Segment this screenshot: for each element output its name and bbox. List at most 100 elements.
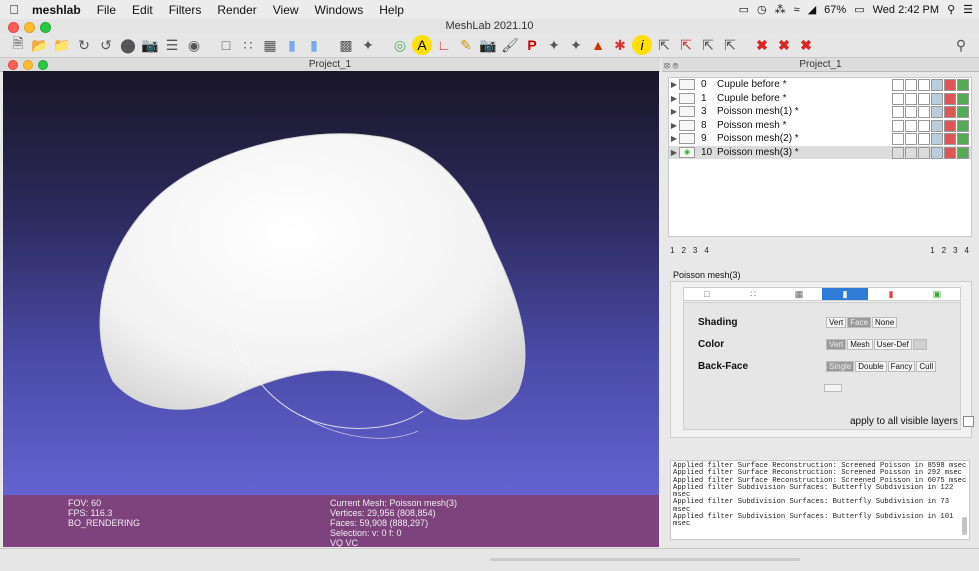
airplay-icon[interactable]: ▭	[739, 3, 749, 16]
extra-toggle-icon[interactable]	[957, 133, 969, 145]
menu-render[interactable]: Render	[209, 3, 264, 17]
shading-vert-button[interactable]: Vert	[826, 317, 847, 328]
fill-toggle-icon[interactable]	[931, 79, 943, 91]
control-center-icon[interactable]: ☰	[963, 3, 973, 16]
minimize-window-button[interactable]	[24, 22, 35, 33]
page-1[interactable]: 1	[670, 246, 674, 255]
extra-toggle-icon[interactable]	[957, 79, 969, 91]
measure-icon[interactable]: ∟	[434, 35, 454, 55]
points-icon[interactable]: ∷	[238, 35, 258, 55]
backface-single-button[interactable]: Single	[826, 361, 855, 372]
3d-viewport[interactable]: FOV: 60 FPS: 116.3 BO_RENDERING Current …	[3, 71, 659, 547]
menu-filters[interactable]: Filters	[161, 3, 210, 17]
bbox-toggle-icon[interactable]	[892, 79, 904, 91]
battery-icon[interactable]: ▭	[854, 3, 864, 16]
time-machine-icon[interactable]: ◷	[757, 3, 767, 16]
select-vertices-icon[interactable]: ✦	[566, 35, 586, 55]
reload-icon[interactable]: ↻	[74, 35, 94, 55]
georef-icon[interactable]: ✱	[610, 35, 630, 55]
menu-file[interactable]: File	[89, 3, 124, 17]
tab-extra[interactable]: ▣	[914, 288, 960, 300]
texture-toggle-icon[interactable]	[944, 79, 956, 91]
import-mesh-icon[interactable]: 📁	[52, 35, 72, 55]
texture-toggle-icon[interactable]	[944, 119, 956, 132]
page-4[interactable]: 4	[704, 246, 708, 255]
trackball-icon[interactable]: ◎	[390, 35, 410, 55]
select-all-icon[interactable]: ⇱	[720, 35, 740, 55]
layer-row[interactable]: ▶ 3 Poisson mesh(1) *	[669, 105, 971, 119]
color-userdef-button[interactable]: User-Def	[873, 339, 912, 350]
points-toggle-icon[interactable]	[905, 79, 917, 91]
select-connected-icon[interactable]: ⇱	[654, 35, 674, 55]
pick-points-icon[interactable]: P	[522, 35, 542, 55]
mesh-icon[interactable]: ▩	[336, 35, 356, 55]
wireframe-icon[interactable]: ▦	[260, 35, 280, 55]
visibility-eye-icon[interactable]	[679, 92, 695, 104]
menu-help[interactable]: Help	[371, 3, 412, 17]
wire-toggle-icon[interactable]	[918, 146, 930, 159]
expand-arrow-icon[interactable]: ▶	[669, 94, 679, 103]
volume-icon[interactable]: ◢	[808, 3, 816, 16]
close-dock-icon[interactable]: ⦻	[664, 60, 670, 70]
extra-toggle-icon[interactable]	[957, 146, 969, 159]
menu-app[interactable]: meshlab	[28, 3, 89, 17]
clock[interactable]: Wed 2:42 PM	[873, 4, 939, 16]
reload-all-icon[interactable]: ↺	[96, 35, 116, 55]
new-project-icon[interactable]: 🗎	[8, 35, 28, 55]
extra-toggle-icon[interactable]	[957, 119, 969, 132]
zoom-project-button[interactable]	[38, 60, 48, 70]
bbox-toggle-icon[interactable]	[892, 92, 904, 105]
points-toggle-icon[interactable]	[905, 133, 917, 145]
points-toggle-icon[interactable]	[905, 119, 917, 132]
texture-toggle-icon[interactable]	[944, 146, 956, 159]
shading-none-button[interactable]: None	[872, 317, 898, 328]
tab-fill[interactable]: ▮	[822, 288, 868, 300]
export-mesh-icon[interactable]: ⬤	[118, 35, 138, 55]
layer-row[interactable]: ▶ 0 Cupule before *	[669, 78, 971, 92]
wire-toggle-icon[interactable]	[918, 133, 930, 145]
layer-row-selected[interactable]: ▶ ◉ 10 Poisson mesh(3) *	[669, 145, 971, 159]
tab-bbox[interactable]: □	[684, 288, 730, 300]
battery-text[interactable]: 67%	[824, 4, 846, 16]
delete-faces-icon[interactable]: ✖	[774, 35, 794, 55]
minimize-project-button[interactable]	[23, 60, 33, 70]
raster-icon[interactable]: ◉	[184, 35, 204, 55]
manipulator-icon[interactable]: ▲	[588, 35, 608, 55]
extra-option-button[interactable]	[824, 384, 842, 392]
expand-arrow-icon[interactable]: ▶	[669, 107, 679, 116]
visibility-eye-icon[interactable]: ◉	[679, 146, 695, 158]
camera-icon[interactable]: 📷	[478, 35, 498, 55]
tab-wireframe[interactable]: ▦	[776, 288, 822, 300]
search-icon[interactable]: ⚲	[951, 35, 971, 55]
info-icon[interactable]: i	[632, 35, 652, 55]
snapshot-icon[interactable]: 📷	[140, 35, 160, 55]
layer-row[interactable]: ▶ 9 Poisson mesh(2) *	[669, 132, 971, 146]
backface-cull-button[interactable]: Cull	[916, 361, 937, 372]
visibility-eye-icon[interactable]	[679, 119, 695, 131]
page-4[interactable]: 4	[965, 246, 969, 255]
spotlight-icon[interactable]: ⚲	[947, 3, 955, 16]
wire-toggle-icon[interactable]	[918, 119, 930, 132]
fill-toggle-icon[interactable]	[931, 92, 943, 105]
bbox-toggle-icon[interactable]	[892, 133, 904, 145]
paint-icon[interactable]: ✎	[456, 35, 476, 55]
layers-icon[interactable]: ☰	[162, 35, 182, 55]
apple-icon[interactable]: 	[0, 2, 28, 17]
visibility-eye-icon[interactable]	[679, 133, 695, 145]
points-toggle-icon[interactable]	[905, 106, 917, 118]
apply-all-checkbox[interactable]	[962, 416, 974, 427]
page-3[interactable]: 3	[953, 246, 957, 255]
select-region-icon[interactable]: ⇱	[698, 35, 718, 55]
log-scrollbar[interactable]	[962, 517, 967, 535]
extra-toggle-icon[interactable]	[957, 106, 969, 118]
delete-faces-vertices-icon[interactable]: ✖	[796, 35, 816, 55]
visibility-eye-icon[interactable]	[679, 106, 695, 118]
color-mesh-button[interactable]: Mesh	[847, 339, 873, 350]
wifi-icon[interactable]: ≈	[794, 4, 800, 16]
wire-toggle-icon[interactable]	[918, 106, 930, 118]
expand-arrow-icon[interactable]: ▶	[669, 121, 679, 130]
bbox-toggle-icon[interactable]	[892, 119, 904, 132]
layer-row[interactable]: ▶ 1 Cupule before *	[669, 92, 971, 106]
extra-toggle-icon[interactable]	[957, 92, 969, 105]
float-dock-icon[interactable]: ⦾	[672, 60, 678, 70]
